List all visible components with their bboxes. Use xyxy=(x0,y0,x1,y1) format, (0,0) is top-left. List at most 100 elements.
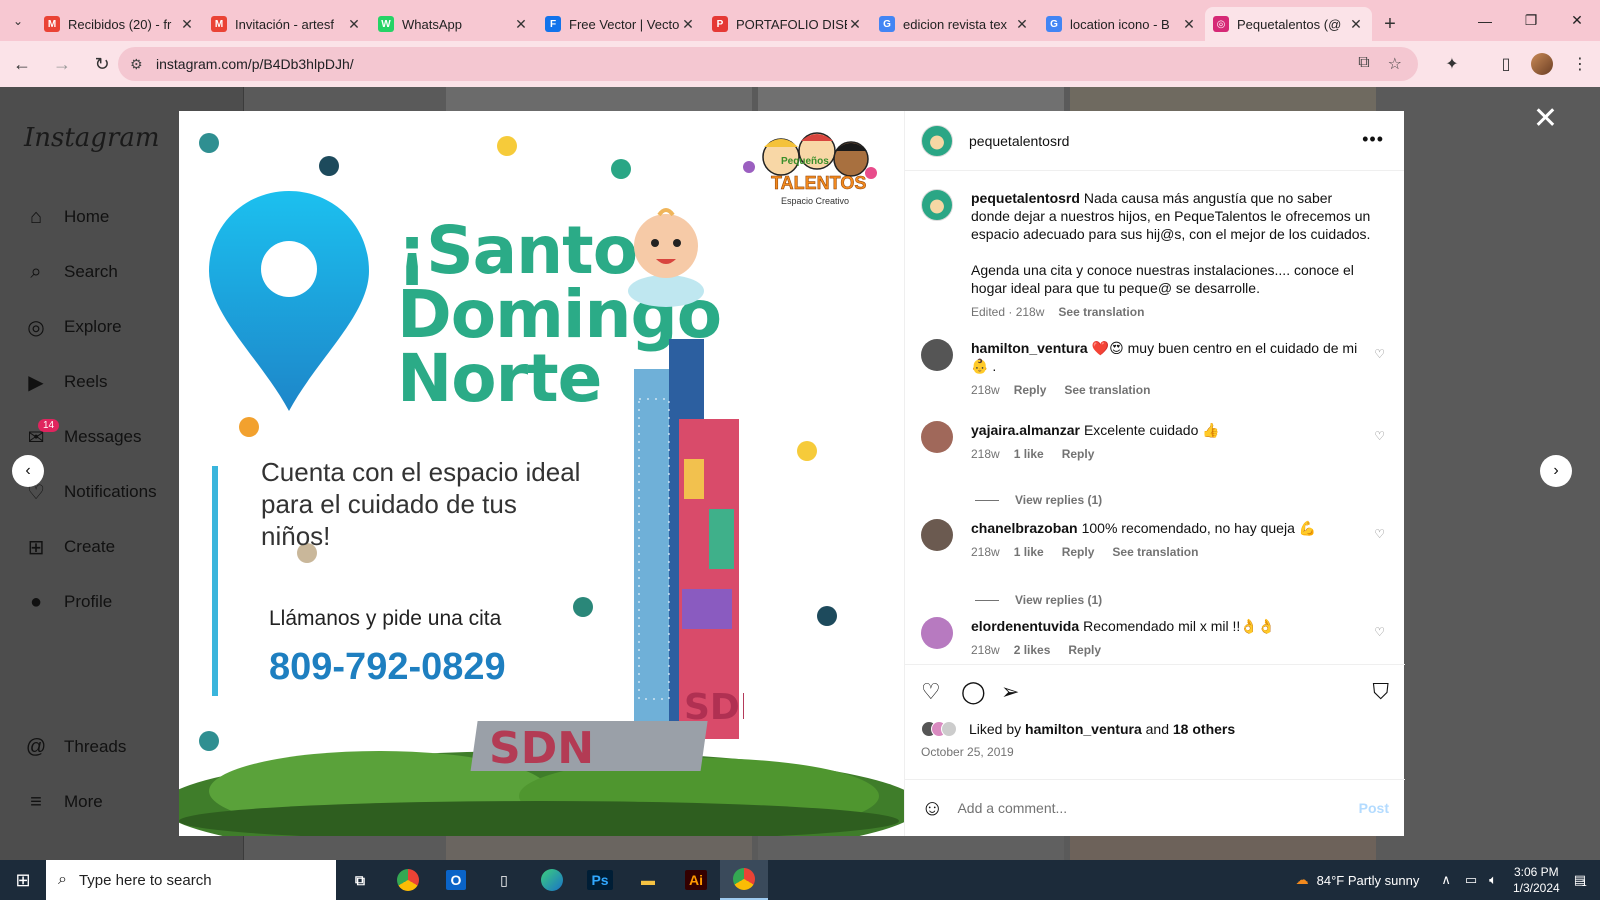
chrome-active-taskbar-icon[interactable] xyxy=(720,860,768,900)
share-send-icon[interactable]: ➢ xyxy=(1001,679,1019,705)
browser-tab[interactable]: W WhatsApp ✕ xyxy=(370,7,537,41)
sidebar-item-more[interactable]: ≡ More xyxy=(24,784,103,820)
photoshop-icon[interactable]: Ps xyxy=(576,860,624,900)
volume-icon[interactable]: 🔈︎ xyxy=(1489,872,1497,888)
close-tab-icon[interactable]: ✕ xyxy=(1348,16,1364,33)
file-icon[interactable]: ▯ xyxy=(480,860,528,900)
install-app-icon[interactable]: ⧉ xyxy=(1358,54,1369,74)
browser-menu-icon[interactable]: ⋮ xyxy=(1560,41,1600,87)
comment-likes[interactable]: 1 like xyxy=(1014,445,1044,463)
task-view-icon[interactable]: ⧉ xyxy=(336,860,384,900)
extensions-icon[interactable]: ✦ xyxy=(1432,41,1472,87)
sidebar-item-home[interactable]: ⌂ Home xyxy=(24,199,109,235)
previous-post-arrow-icon[interactable]: ‹ xyxy=(12,455,44,487)
profile-avatar[interactable] xyxy=(1522,41,1562,87)
commenter-avatar[interactable] xyxy=(921,421,953,453)
close-tab-icon[interactable]: ✕ xyxy=(847,16,863,33)
reply-button[interactable]: Reply xyxy=(1062,543,1095,561)
instagram-logo[interactable]: Instagram xyxy=(24,123,160,153)
browser-tab[interactable]: Gedicion revista tex ✕ xyxy=(871,7,1038,41)
caption-author-avatar[interactable] xyxy=(921,189,953,221)
see-translation-button[interactable]: See translation xyxy=(1112,543,1198,561)
close-tab-icon[interactable]: ✕ xyxy=(513,16,529,33)
browser-tab[interactable]: F Free Vector | Vecto ✕ xyxy=(537,7,704,41)
close-modal-icon[interactable]: ✕ xyxy=(1533,101,1558,136)
commenter-avatar[interactable] xyxy=(921,617,953,649)
reload-icon[interactable]: ↻ xyxy=(84,46,120,82)
file-explorer-icon[interactable]: ▬ xyxy=(624,860,672,900)
caption-see-translation[interactable]: See translation xyxy=(1058,303,1144,321)
weather-icon[interactable]: ☁ xyxy=(1296,872,1309,888)
close-tab-icon[interactable]: ✕ xyxy=(1181,16,1197,33)
like-comment-heart-icon[interactable]: ♡ xyxy=(1374,429,1385,443)
author-username[interactable]: pequetalentosrd xyxy=(969,133,1069,149)
reply-button[interactable]: Reply xyxy=(1062,445,1095,463)
sidebar-item-threads[interactable]: @ Threads xyxy=(24,729,127,765)
comment-icon[interactable]: ◯ xyxy=(961,679,986,705)
sidebar-item-profile[interactable]: ● Profile xyxy=(24,584,112,620)
forward-icon[interactable]: → xyxy=(44,46,80,82)
commenter-avatar[interactable] xyxy=(921,339,953,371)
close-tab-icon[interactable]: ✕ xyxy=(179,16,195,33)
close-tab-icon[interactable]: ✕ xyxy=(1014,16,1030,33)
more-options-icon[interactable]: ••• xyxy=(1362,129,1384,150)
commenter-username[interactable]: hamilton_ventura xyxy=(971,340,1088,356)
liked-by-others[interactable]: 18 others xyxy=(1173,721,1235,737)
side-panel-icon[interactable]: ▯ xyxy=(1486,41,1526,87)
new-tab-button[interactable]: + xyxy=(1372,7,1408,41)
tab-search-dropdown-icon[interactable]: ⌄ xyxy=(0,0,36,41)
like-comment-heart-icon[interactable]: ♡ xyxy=(1374,625,1385,639)
browser-tab[interactable]: M Recibidos (20) - fr ✕ xyxy=(36,7,203,41)
like-heart-icon[interactable]: ♡ xyxy=(921,679,941,705)
browser-tab[interactable]: Glocation icono - B ✕ xyxy=(1038,7,1205,41)
sidebar-item-create[interactable]: ⊞ Create xyxy=(24,529,115,565)
edge-icon[interactable] xyxy=(528,860,576,900)
site-info-icon[interactable]: ⚙ xyxy=(130,56,143,73)
notifications-center-icon[interactable]: ▤ 1 xyxy=(1574,872,1587,888)
network-icon[interactable]: ▭ xyxy=(1465,872,1477,888)
sidebar-item-search[interactable]: ⌕ Search xyxy=(24,254,117,290)
bookmark-star-icon[interactable]: ☆ xyxy=(1388,54,1402,74)
chrome-taskbar-icon[interactable] xyxy=(384,860,432,900)
save-bookmark-icon[interactable]: ⛉ xyxy=(1372,679,1389,705)
emoji-icon[interactable]: ☺ xyxy=(921,795,943,821)
illustrator-icon[interactable]: Ai xyxy=(672,860,720,900)
sidebar-item-reels[interactable]: ▶ Reels xyxy=(24,364,107,400)
comment-likes[interactable]: 2 likes xyxy=(1014,641,1051,659)
view-replies-button[interactable]: View replies (1) xyxy=(975,593,1102,607)
see-translation-button[interactable]: See translation xyxy=(1064,381,1150,399)
post-date[interactable]: October 25, 2019 xyxy=(921,745,1014,759)
weather-text[interactable]: 84°F Partly sunny xyxy=(1317,873,1420,888)
author-avatar[interactable] xyxy=(921,124,953,157)
commenter-username[interactable]: chanelbrazoban xyxy=(971,520,1078,536)
clock[interactable]: 3:06 PM 1/3/2024 xyxy=(1513,864,1560,896)
caption-username[interactable]: pequetalentosrd xyxy=(971,190,1080,206)
close-tab-icon[interactable]: ✕ xyxy=(346,16,362,33)
restore-icon[interactable]: ❐ xyxy=(1508,0,1554,41)
close-tab-icon[interactable]: ✕ xyxy=(680,16,696,33)
outlook-icon[interactable]: O xyxy=(432,860,480,900)
reply-button[interactable]: Reply xyxy=(1068,641,1101,659)
sidebar-item-notifications[interactable]: ♡ Notifications xyxy=(24,474,157,510)
commenter-avatar[interactable] xyxy=(921,519,953,551)
liked-by-user[interactable]: hamilton_ventura xyxy=(1025,721,1142,737)
windows-start-icon[interactable]: ⊞ xyxy=(0,860,46,900)
sidebar-item-explore[interactable]: ◎ Explore xyxy=(24,309,121,345)
like-comment-heart-icon[interactable]: ♡ xyxy=(1374,347,1385,361)
next-post-arrow-icon[interactable]: › xyxy=(1540,455,1572,487)
show-hidden-icons-icon[interactable]: ∧ xyxy=(1441,872,1451,888)
browser-tab[interactable]: ◎ Pequetalentos (@ ✕ xyxy=(1205,7,1372,41)
post-comment-button[interactable]: Post xyxy=(1359,800,1389,816)
back-icon[interactable]: ← xyxy=(4,46,40,82)
like-comment-heart-icon[interactable]: ♡ xyxy=(1374,527,1385,541)
comments-list[interactable]: pequetalentosrd Nada causa más angustía q… xyxy=(905,171,1405,664)
commenter-username[interactable]: yajaira.almanzar xyxy=(971,422,1080,438)
comment-likes[interactable]: 1 like xyxy=(1014,543,1044,561)
url-bar[interactable]: ⚙ instagram.com/p/B4Db3hlpDJh/ ⧉ ☆ xyxy=(118,47,1418,81)
commenter-username[interactable]: elordenentuvida xyxy=(971,618,1079,634)
view-replies-button[interactable]: View replies (1) xyxy=(975,493,1102,507)
comment-input[interactable]: Add a comment... xyxy=(957,800,1358,816)
taskbar-search[interactable]: ⌕ Type here to search xyxy=(46,860,336,900)
sidebar-item-messages[interactable]: ✉ 14 Messages xyxy=(24,419,141,455)
page-scrollbar[interactable] xyxy=(1583,87,1600,860)
